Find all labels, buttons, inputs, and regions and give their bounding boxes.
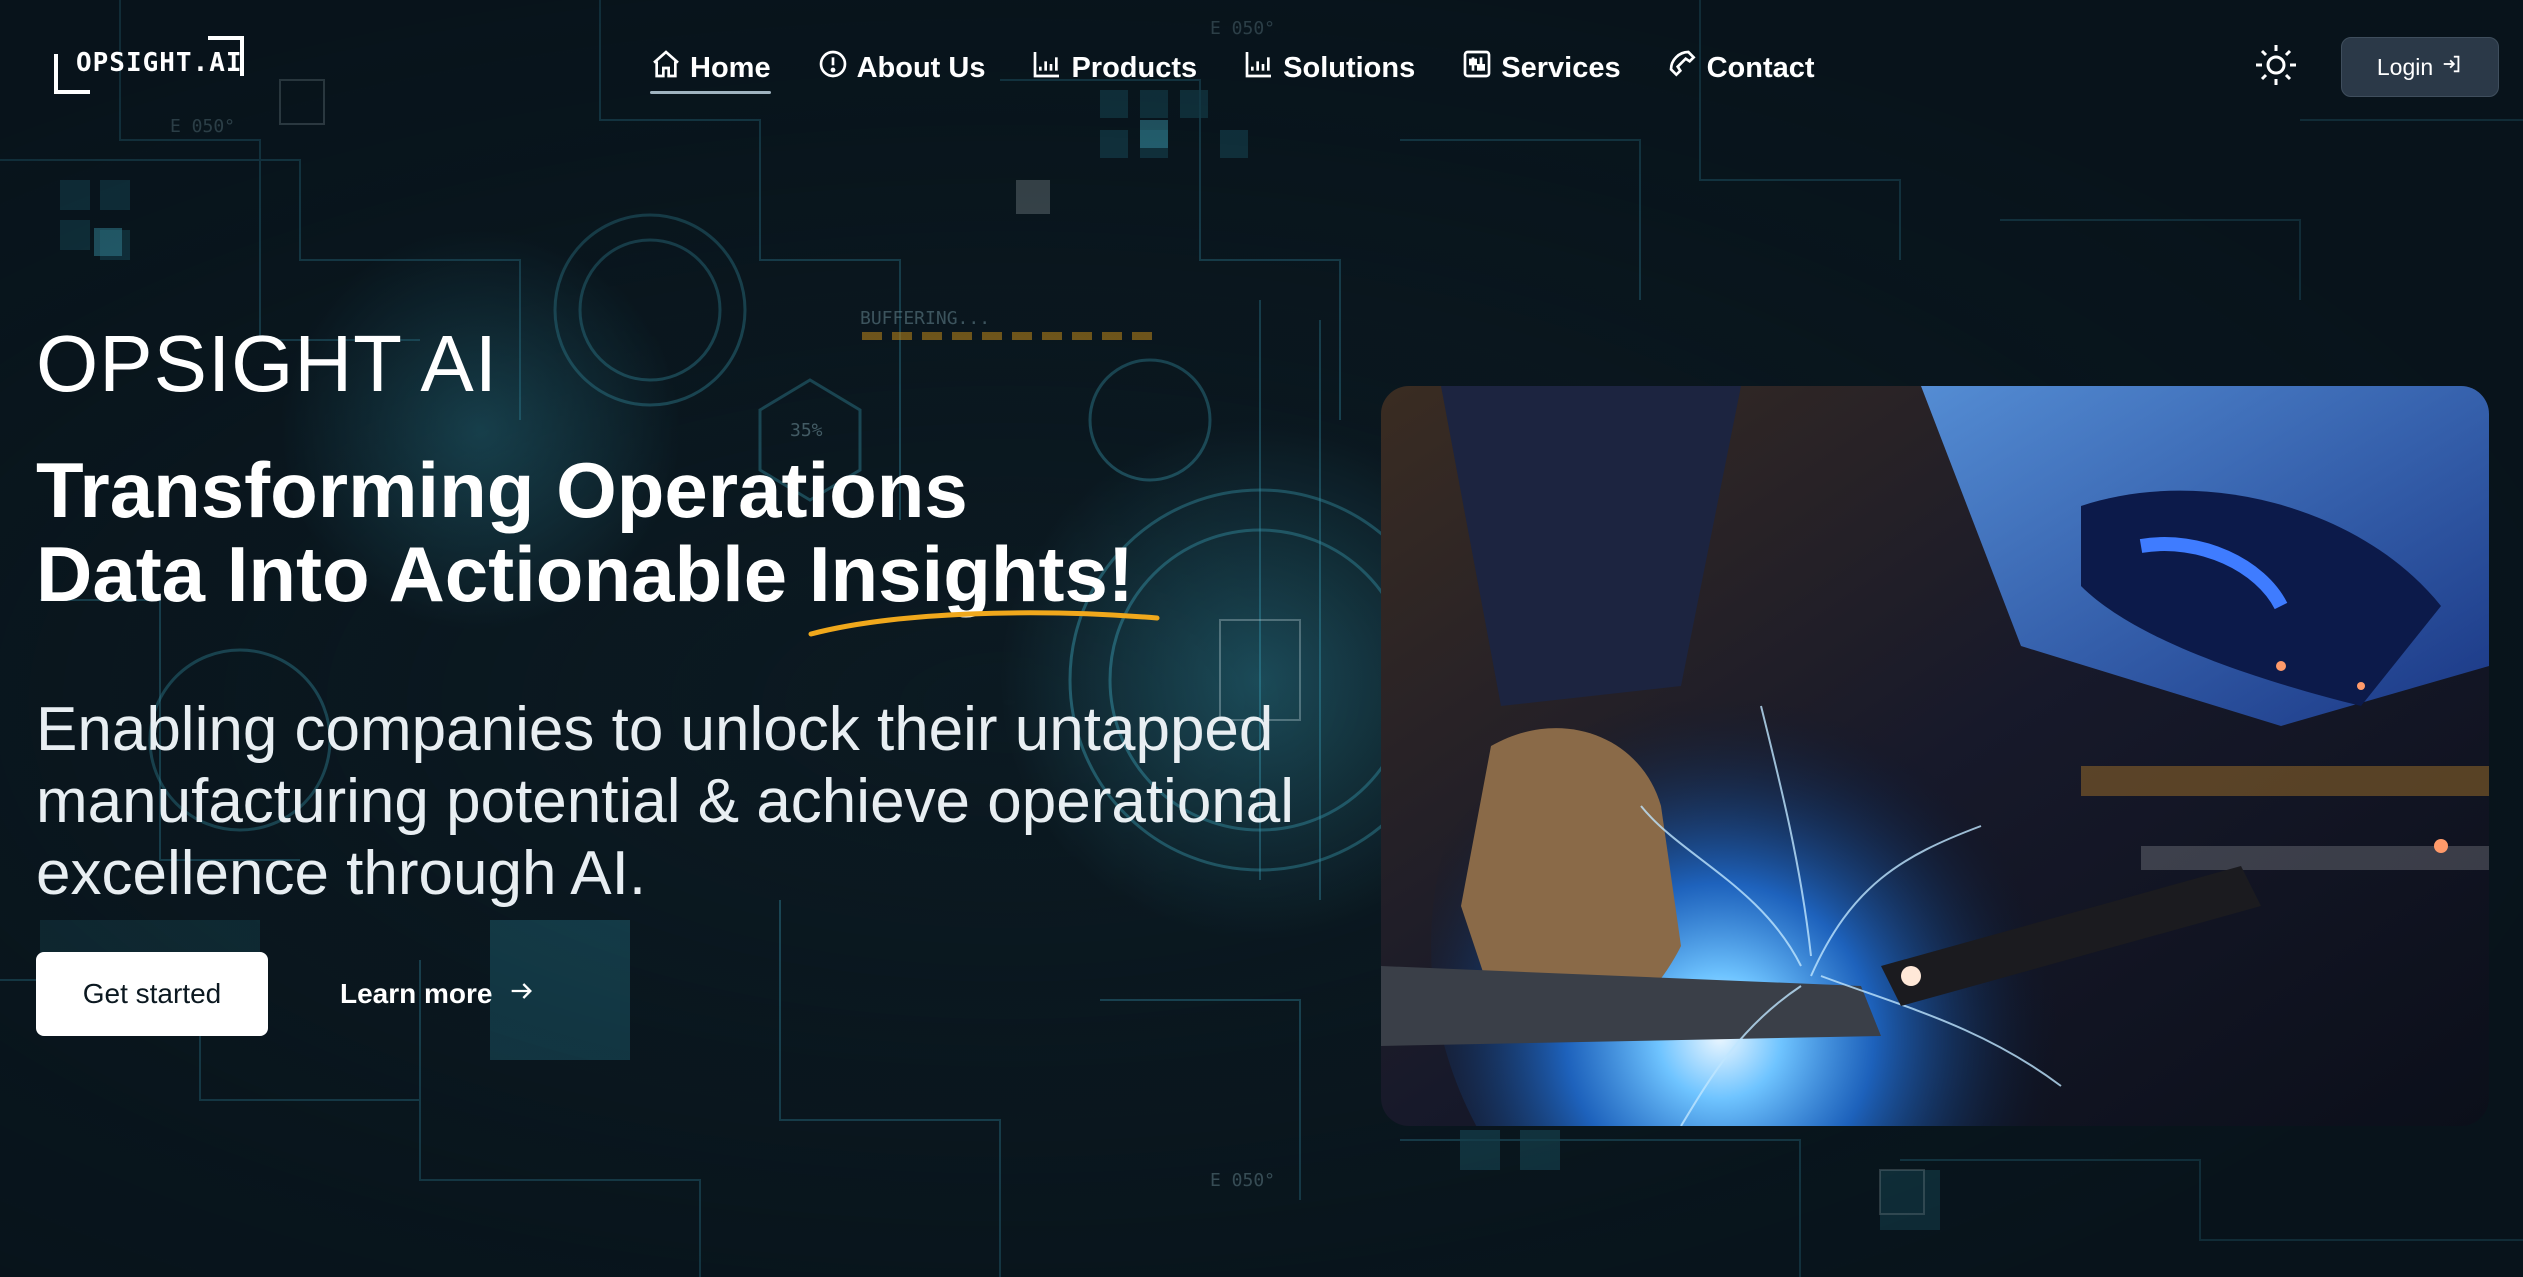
headline-line-1: Transforming Operations — [36, 446, 968, 534]
sun-icon — [2254, 45, 2298, 91]
headline-line-2: Data Into Actionable — [36, 530, 809, 618]
nav-services-label: Services — [1501, 51, 1621, 84]
info-circle-icon — [817, 48, 849, 88]
home-icon — [650, 48, 682, 88]
get-started-button[interactable]: Get started — [36, 952, 268, 1036]
learn-more-link[interactable]: Learn more — [340, 966, 535, 1022]
welding-photo — [1381, 386, 2489, 1126]
phone-icon — [1667, 48, 1699, 88]
nav-products[interactable]: Products — [1031, 40, 1197, 96]
svg-text:BUFFERING...: BUFFERING... — [860, 308, 990, 329]
nav-home[interactable]: Home — [650, 40, 771, 96]
chart-icon — [1243, 48, 1275, 88]
hero-subtitle: Enabling companies to unlock their untap… — [36, 695, 1295, 908]
get-started-label: Get started — [82, 978, 222, 1009]
highlight-underline — [808, 610, 1160, 637]
nav-contact-label: Contact — [1706, 51, 1815, 84]
svg-text:35%: 35% — [790, 420, 823, 441]
theme-toggle[interactable] — [2254, 43, 2298, 87]
nav-about-us-label: About Us — [856, 51, 986, 84]
sign-in-icon — [2441, 53, 2463, 81]
nav-services[interactable]: Services — [1461, 40, 1621, 96]
hero-headline: Transforming Operations Data Into Action… — [36, 446, 1336, 637]
chart-icon — [1031, 48, 1063, 88]
brand-title: OPSIGHT AI — [36, 319, 498, 408]
nav-about-us[interactable]: About Us — [817, 40, 986, 96]
learn-more-label: Learn more — [340, 978, 493, 1009]
nav-products-label: Products — [1071, 51, 1198, 84]
main-nav: Home About Us Products Solutions Service… — [650, 40, 1815, 96]
svg-text:E 050°: E 050° — [1210, 18, 1275, 39]
headline-highlight: Insights! — [808, 532, 1160, 637]
logo[interactable]: OPSIGHT.AI — [54, 36, 244, 98]
svg-text:E 050°: E 050° — [1210, 1170, 1275, 1191]
nav-solutions[interactable]: Solutions — [1243, 40, 1415, 96]
login-button[interactable]: Login — [2341, 37, 2499, 97]
hero-image — [1381, 386, 2489, 1126]
nav-home-label: Home — [690, 51, 771, 84]
nav-solutions-label: Solutions — [1283, 51, 1416, 84]
nav-contact[interactable]: Contact — [1667, 40, 1815, 96]
arrow-right-icon — [507, 977, 535, 1012]
sliders-icon — [1461, 48, 1493, 88]
logo-text: OPSIGHT.AI — [76, 48, 243, 78]
login-label: Login — [2376, 53, 2434, 80]
svg-text:E 050°: E 050° — [170, 116, 235, 137]
